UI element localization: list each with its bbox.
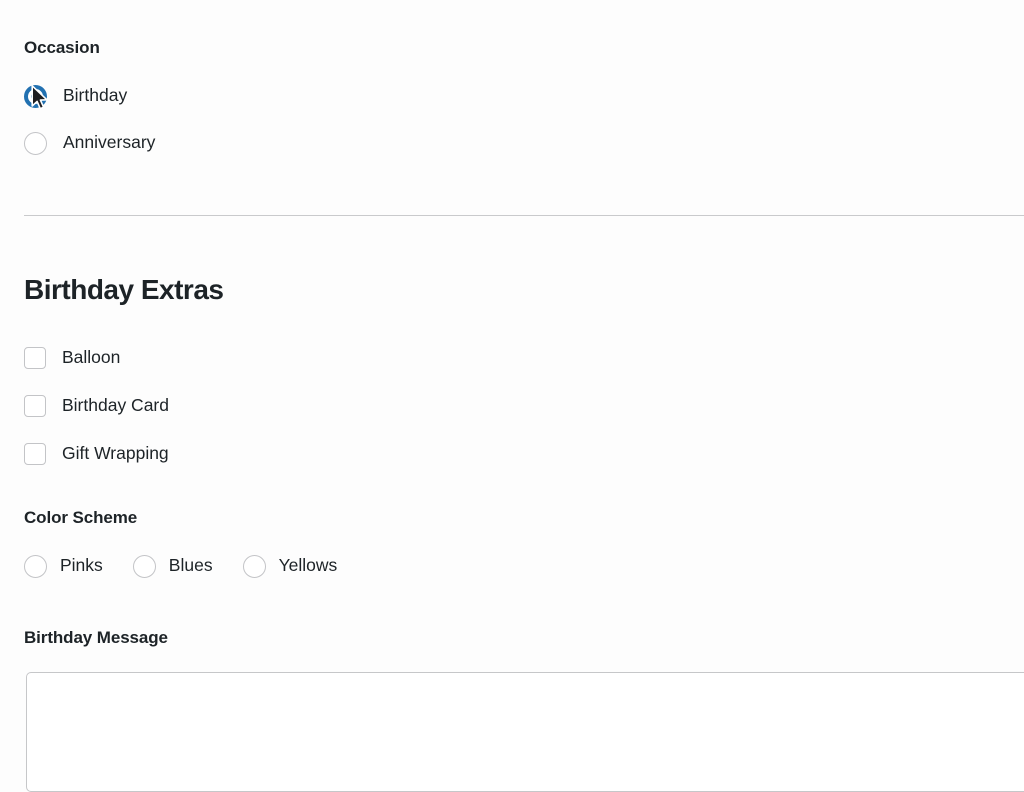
radio-blues-icon[interactable] xyxy=(132,554,156,578)
radio-pinks-label: Pinks xyxy=(60,555,103,576)
radio-option-blues[interactable]: Blues xyxy=(132,554,213,578)
checkbox-balloon-icon[interactable] xyxy=(24,347,46,369)
radio-yellows-label: Yellows xyxy=(278,555,338,576)
radio-anniversary-icon[interactable] xyxy=(24,131,47,155)
radio-option-birthday[interactable]: Birthday xyxy=(24,83,127,109)
radio-anniversary-label: Anniversary xyxy=(63,132,156,153)
radio-birthday-label: Birthday xyxy=(63,85,128,106)
checkbox-birthday-card-label: Birthday Card xyxy=(62,395,169,416)
radio-option-anniversary[interactable]: Anniversary xyxy=(24,130,155,156)
birthday-message-heading: Birthday Message xyxy=(24,628,168,647)
checkbox-balloon-label: Balloon xyxy=(62,347,121,368)
birthday-extras-title: Birthday Extras xyxy=(24,274,224,305)
birthday-message-input[interactable] xyxy=(26,672,1024,792)
radio-option-pinks[interactable]: Pinks xyxy=(24,554,103,578)
radio-birthday-icon[interactable] xyxy=(24,84,47,108)
radio-option-yellows[interactable]: Yellows xyxy=(242,554,338,578)
product-options-form: Occasion Birthday Anniversary Birthday E… xyxy=(0,0,1024,792)
checkbox-option-balloon[interactable]: Balloon xyxy=(24,345,120,371)
radio-blues-label: Blues xyxy=(168,555,213,576)
color-scheme-heading: Color Scheme xyxy=(24,508,138,527)
checkbox-option-birthday-card[interactable]: Birthday Card xyxy=(24,393,169,419)
checkbox-birthday-card-icon[interactable] xyxy=(24,395,46,417)
checkbox-gift-wrapping-label: Gift Wrapping xyxy=(62,443,169,464)
checkbox-gift-wrapping-icon[interactable] xyxy=(24,443,46,465)
section-divider xyxy=(24,215,1024,216)
occasion-heading: Occasion xyxy=(24,38,100,57)
color-scheme-radio-group: Pinks Blues Yellows xyxy=(24,553,337,579)
radio-pinks-icon[interactable] xyxy=(24,554,47,578)
radio-yellows-icon[interactable] xyxy=(242,554,266,578)
checkbox-option-gift-wrapping[interactable]: Gift Wrapping xyxy=(24,441,169,467)
